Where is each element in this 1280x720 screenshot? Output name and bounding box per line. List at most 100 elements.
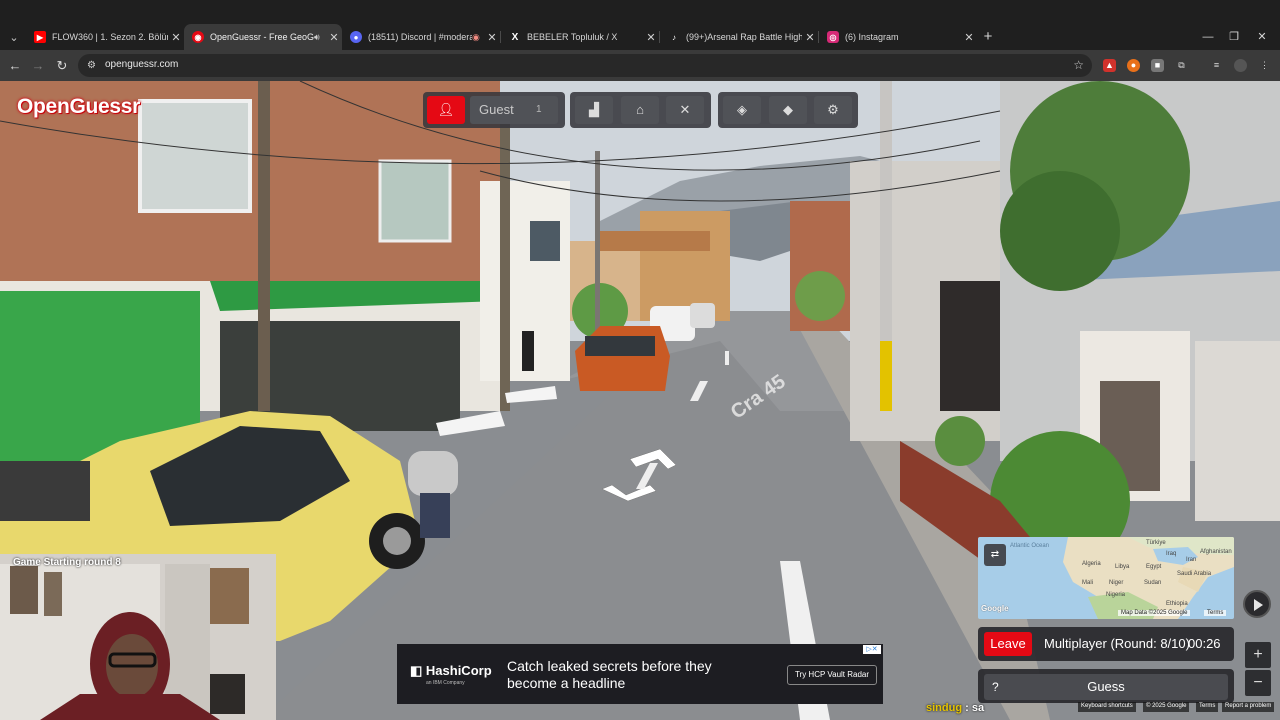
help-button[interactable]: ? bbox=[992, 674, 999, 700]
zoom-out-button[interactable]: − bbox=[1245, 670, 1271, 696]
extension-icon[interactable]: ● bbox=[1127, 59, 1140, 72]
map-label: Sudan bbox=[1144, 580, 1162, 586]
restore-icon[interactable]: ❐ bbox=[1224, 28, 1244, 46]
reading-list-icon[interactable]: ≡ bbox=[1210, 59, 1223, 72]
map-label: Iran bbox=[1186, 557, 1197, 563]
extension-icon[interactable]: ■ bbox=[1151, 59, 1164, 72]
keyboard-shortcuts-link[interactable]: Keyboard shortcuts bbox=[1078, 702, 1136, 712]
map-label: Mali bbox=[1082, 580, 1094, 586]
map-label: Atlantic Ocean bbox=[1010, 543, 1050, 549]
chat-line: sindug : sa bbox=[926, 702, 984, 714]
round-timer: 00:26 bbox=[1188, 636, 1221, 651]
layers-icon[interactable]: ◈ bbox=[723, 96, 761, 124]
url-text: openguessr.com bbox=[105, 59, 179, 70]
reload-icon[interactable]: ↻ bbox=[52, 56, 72, 76]
map-label: Iraq bbox=[1166, 551, 1177, 557]
map-label: Afghanistan bbox=[1200, 549, 1232, 555]
map-label: Libya bbox=[1115, 564, 1130, 570]
address-bar[interactable]: ⚙ openguessr.com ☆ bbox=[78, 54, 1092, 77]
map-label: Nigeria bbox=[1106, 592, 1126, 598]
new-tab-icon[interactable]: + bbox=[980, 27, 996, 47]
minimize-icon[interactable]: — bbox=[1198, 28, 1218, 46]
site-info-icon[interactable]: ⚙ bbox=[85, 59, 98, 72]
map-attribution: Map Data ©2025 Google bbox=[1118, 610, 1191, 616]
podium-icon[interactable]: ▟ bbox=[575, 96, 613, 124]
tiktok-icon: ♪ bbox=[672, 32, 676, 42]
webcam-overlay: Game Starting round 8 bbox=[0, 554, 276, 720]
close-icon[interactable]: ✕ bbox=[326, 31, 342, 44]
chat-user: sindug bbox=[926, 702, 963, 714]
education-icon[interactable]: ◆ bbox=[769, 96, 807, 124]
player-name: Guest bbox=[479, 102, 514, 117]
tab-title: BEBELER Topluluk / X bbox=[527, 32, 618, 42]
ad-message: Catch leaked secrets before they become … bbox=[507, 658, 712, 691]
map-label: Ethiopia bbox=[1166, 601, 1188, 607]
youtube-icon: ▶ bbox=[34, 31, 46, 43]
ad-cta-button[interactable]: Try HCP Vault Radar bbox=[787, 665, 877, 685]
zoom-in-button[interactable]: + bbox=[1245, 642, 1271, 668]
openguessr-logo[interactable]: OpenGuessr bbox=[17, 95, 140, 119]
google-logo: Google bbox=[981, 604, 1009, 613]
copyright-text: © 2025 Google bbox=[1143, 702, 1190, 712]
browser-tabstrip: ⌄ ▶ FLOW360 | 1. Sezon 2. Bölüm - ✕ ◉ Op… bbox=[0, 0, 1280, 50]
x-icon: X bbox=[511, 31, 519, 43]
tab-title: (6) Instagram bbox=[845, 32, 899, 42]
tab-x[interactable]: X BEBELER Topluluk / X ✕ bbox=[501, 27, 659, 47]
close-icon[interactable]: ✕ bbox=[643, 31, 659, 44]
map-terms-link[interactable]: Terms bbox=[1204, 610, 1227, 616]
map-label: Niger bbox=[1109, 580, 1124, 586]
arrow-left-icon[interactable]: ← bbox=[5, 56, 25, 76]
player-count: 1 bbox=[536, 104, 542, 115]
ad-brand-sub: an IBM Company bbox=[426, 680, 465, 686]
guess-button[interactable]: Guess bbox=[984, 674, 1228, 700]
close-icon[interactable]: ✕ bbox=[802, 31, 818, 44]
close-icon[interactable]: ✕ bbox=[168, 31, 184, 44]
leave-button[interactable]: Leave bbox=[984, 632, 1032, 656]
openguessr-icon: ◉ bbox=[192, 31, 204, 43]
terms-link[interactable]: Terms bbox=[1196, 702, 1219, 712]
extension-icon[interactable]: ▲ bbox=[1103, 59, 1116, 72]
browser-toolbar: ← → ↻ ⚙ openguessr.com ☆ ▲ ● ■ ⧉ ≡ ⋮ bbox=[0, 50, 1280, 81]
map-label: Türkiye bbox=[1146, 540, 1166, 546]
ad-choices-icon[interactable]: ▷✕ bbox=[863, 645, 881, 654]
tab-title: (18511) Discord | #moderat bbox=[368, 32, 472, 42]
compass-button[interactable] bbox=[1243, 590, 1271, 618]
tab-discord[interactable]: ● (18511) Discord | #moderat ◉ ✕ bbox=[342, 27, 500, 47]
map-label: Egypt bbox=[1146, 564, 1162, 570]
close-icon[interactable]: ✕ bbox=[961, 31, 977, 44]
tab-instagram[interactable]: ◎ (6) Instagram ✕ bbox=[819, 27, 977, 47]
speaker-icon[interactable]: 🔊︎ bbox=[314, 32, 326, 43]
multiplayer-icon[interactable]: ⌂ bbox=[621, 96, 659, 124]
guess-map[interactable]: Türkiye Afghanistan Iran Iraq Algeria Li… bbox=[978, 537, 1234, 619]
tab-openguessr[interactable]: ◉ OpenGuessr - Free GeoGue 🔊︎ ✕ bbox=[184, 24, 342, 50]
tab-search-icon[interactable]: ⌄ bbox=[4, 27, 24, 47]
round-info: Multiplayer (Round: 8/10) bbox=[1044, 636, 1190, 651]
tab-title: OpenGuessr - Free GeoGue bbox=[210, 32, 314, 42]
close-window-icon[interactable]: ✕ bbox=[1252, 28, 1272, 46]
star-icon[interactable]: ☆ bbox=[1073, 58, 1084, 72]
instagram-icon: ◎ bbox=[827, 31, 839, 43]
map-label: Saudi Arabia bbox=[1177, 571, 1212, 577]
arrow-right-icon[interactable]: → bbox=[28, 56, 48, 76]
tab-flow360[interactable]: ▶ FLOW360 | 1. Sezon 2. Bölüm - ✕ bbox=[26, 27, 184, 47]
advertisement[interactable]: ◧ HashiCorp an IBM Company Catch leaked … bbox=[397, 644, 883, 704]
gear-icon[interactable]: ⚙ bbox=[814, 96, 852, 124]
chat-message: : sa bbox=[965, 702, 985, 714]
ad-brand: HashiCorp bbox=[425, 663, 492, 678]
avatar[interactable] bbox=[1234, 59, 1247, 72]
tab-tiktok[interactable]: ♪ (99+)Arsenal Rap Battle Highlig ✕ bbox=[660, 27, 818, 47]
cam-caption: Game Starting round 8 bbox=[13, 557, 121, 568]
add-user-button[interactable]: 👤︎ bbox=[427, 96, 465, 124]
recording-icon: ◉ bbox=[472, 31, 480, 42]
player-name-field[interactable]: Guest bbox=[470, 96, 558, 124]
expand-map-icon[interactable]: ⇄ bbox=[984, 544, 1006, 566]
battle-icon[interactable]: ✕ bbox=[666, 96, 704, 124]
tab-title: FLOW360 | 1. Sezon 2. Bölüm - bbox=[52, 32, 168, 42]
discord-icon: ● bbox=[350, 31, 362, 43]
webcam-feed bbox=[0, 554, 276, 720]
report-problem-link[interactable]: Report a problem bbox=[1222, 702, 1275, 712]
close-icon[interactable]: ✕ bbox=[484, 31, 500, 44]
menu-dots-icon[interactable]: ⋮ bbox=[1258, 59, 1271, 72]
hashicorp-logo: ◧ HashiCorp bbox=[410, 663, 492, 678]
puzzle-icon[interactable]: ⧉ bbox=[1175, 59, 1188, 72]
